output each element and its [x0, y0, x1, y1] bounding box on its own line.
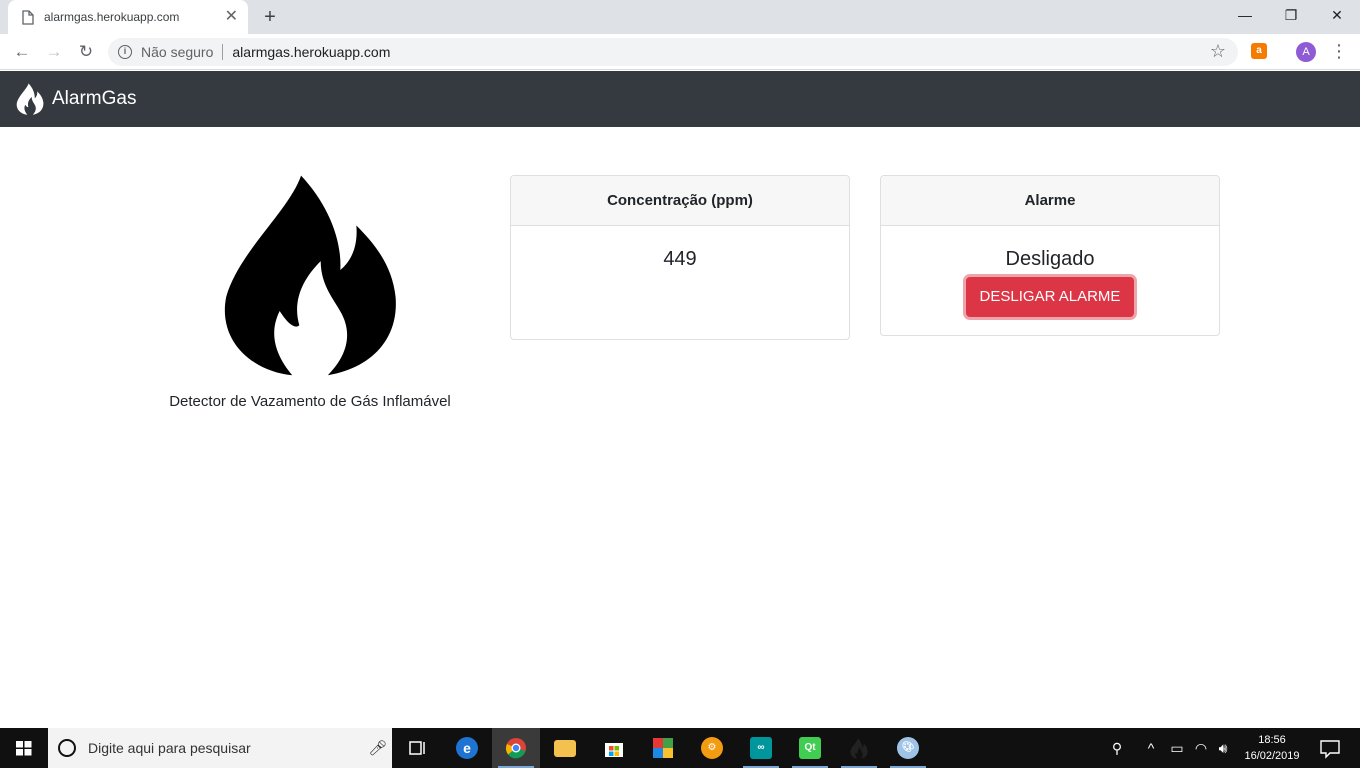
- wifi-icon[interactable]: ◠: [1190, 728, 1212, 768]
- task-view-icon[interactable]: [394, 728, 442, 768]
- site-navbar: AlarmGas: [0, 71, 1360, 127]
- minimize-button[interactable]: —: [1222, 0, 1268, 30]
- tab-close-icon[interactable]: ✕: [225, 9, 238, 25]
- browser-tabstrip: alarmgas.herokuapp.com ✕ + — ❐ ✕: [0, 0, 1360, 34]
- star-icon[interactable]: ☆: [1210, 41, 1226, 62]
- menu-icon[interactable]: ⋮: [1330, 41, 1348, 61]
- edge-icon[interactable]: e: [443, 728, 491, 768]
- cortana-icon[interactable]: [58, 739, 76, 757]
- alarm-card-title: Alarme: [881, 176, 1219, 226]
- windows-icon[interactable]: [0, 728, 48, 768]
- close-window-button[interactable]: ✕: [1314, 0, 1360, 30]
- concentration-card: Concentração (ppm) 449: [510, 175, 850, 340]
- tab-title: alarmgas.herokuapp.com: [44, 10, 180, 24]
- concentration-card-body: 449: [511, 226, 849, 271]
- turn-off-alarm-button[interactable]: DESLIGAR ALARME: [965, 277, 1135, 317]
- info-icon[interactable]: i: [118, 45, 132, 59]
- url-text[interactable]: alarmgas.herokuapp.com: [232, 44, 390, 60]
- hero-section: Detector de Vazamento de Gás Inflamável: [140, 172, 480, 410]
- flame-icon: [224, 175, 396, 376]
- search-input[interactable]: Digite aqui para pesquisar: [88, 740, 364, 756]
- chrome-icon[interactable]: [492, 728, 540, 768]
- taskbar-search[interactable]: Digite aqui para pesquisar 🎤︎: [48, 728, 392, 768]
- store-icon[interactable]: [590, 728, 638, 768]
- alarm-status: Desligado: [1005, 248, 1095, 270]
- concentration-card-title: Concentração (ppm): [511, 176, 849, 226]
- restore-button[interactable]: ❐: [1268, 0, 1314, 30]
- extension-icon[interactable]: a: [1251, 43, 1267, 59]
- people-icon[interactable]: ⚲: [1104, 728, 1130, 768]
- brand-name[interactable]: AlarmGas: [52, 88, 136, 110]
- clock[interactable]: 18:56 16/02/2019: [1236, 732, 1308, 764]
- volume-icon[interactable]: 🔊︎: [1212, 728, 1234, 768]
- new-tab-button[interactable]: +: [258, 6, 282, 28]
- chevron-up-icon[interactable]: ^: [1140, 728, 1162, 768]
- hero-caption: Detector de Vazamento de Gás Inflamável: [169, 393, 451, 410]
- security-label[interactable]: Não seguro: [141, 44, 213, 60]
- reload-icon[interactable]: ↻: [74, 41, 98, 63]
- app-icon[interactable]: [639, 728, 687, 768]
- browser-tab[interactable]: alarmgas.herokuapp.com ✕: [8, 0, 248, 34]
- clock-date: 16/02/2019: [1244, 750, 1300, 762]
- alarm-card: Alarme Desligado DESLIGAR ALARME: [880, 175, 1220, 336]
- file-explorer-icon[interactable]: [541, 728, 589, 768]
- forward-icon[interactable]: →: [42, 41, 66, 63]
- notification-icon[interactable]: [1312, 728, 1348, 768]
- page-icon: [22, 9, 34, 25]
- clock-time: 18:56: [1258, 734, 1286, 746]
- paint-icon[interactable]: 🎨︎: [884, 728, 932, 768]
- battery-icon[interactable]: ▭: [1166, 728, 1188, 768]
- avatar[interactable]: A: [1296, 42, 1316, 62]
- back-icon[interactable]: ←: [10, 41, 34, 63]
- flame-icon[interactable]: [835, 728, 883, 768]
- qt-icon[interactable]: Qt: [786, 728, 834, 768]
- address-bar[interactable]: i Não seguro alarmgas.herokuapp.com ☆: [108, 38, 1238, 66]
- concentration-value: 449: [663, 248, 697, 270]
- mic-icon[interactable]: 🎤︎: [364, 739, 392, 757]
- taskbar: Digite aqui para pesquisar 🎤︎ e ⚙ ∞ Qt 🎨…: [0, 728, 1360, 768]
- arduino-icon[interactable]: ∞: [737, 728, 785, 768]
- app-icon[interactable]: ⚙: [688, 728, 736, 768]
- alarm-card-body: Desligado DESLIGAR ALARME: [881, 226, 1219, 317]
- omnibox-divider: [222, 44, 224, 60]
- flame-icon: [16, 83, 44, 115]
- browser-toolbar: ← → ↻ i Não seguro alarmgas.herokuapp.co…: [0, 34, 1360, 70]
